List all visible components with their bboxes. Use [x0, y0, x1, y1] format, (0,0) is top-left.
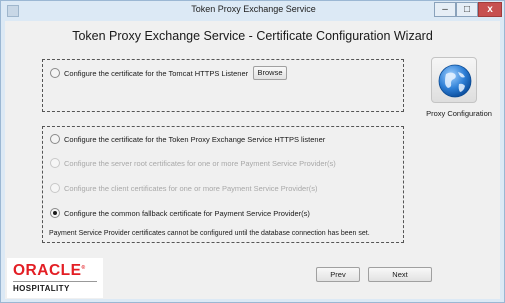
prev-button[interactable]: Prev	[316, 267, 360, 282]
wizard-panel: Token Proxy Exchange Service - Certifica…	[5, 21, 500, 299]
tomcat-radio[interactable]	[50, 68, 60, 78]
oracle-wordmark: ORACLE®	[13, 262, 86, 279]
app-window: Token Proxy Exchange Service – □ x Token…	[0, 0, 505, 303]
proxy-section: Configure the certificate for the Token …	[42, 126, 404, 243]
proxy-option-0-radio[interactable]	[50, 134, 60, 144]
oracle-hospitality-logo: ORACLE® HOSPITALITY	[7, 258, 103, 298]
wizard-title: Token Proxy Exchange Service - Certifica…	[72, 29, 433, 43]
proxy-option-0-label: Configure the certificate for the Token …	[64, 135, 326, 144]
proxy-configuration-button[interactable]: Proxy Configuration	[426, 57, 492, 127]
proxy-option-2-radio	[50, 183, 60, 193]
minimize-button[interactable]: –	[434, 2, 456, 17]
browse-button[interactable]: Browse	[253, 66, 287, 80]
proxy-option-3-radio[interactable]	[50, 208, 60, 218]
window-title: Token Proxy Exchange Service	[191, 4, 316, 14]
next-button[interactable]: Next	[368, 267, 432, 282]
tomcat-option-label: Configure the certificate for the Tomcat…	[64, 69, 249, 78]
close-button[interactable]: x	[478, 2, 502, 17]
tomcat-section: Configure the certificate for the Tomcat…	[42, 59, 404, 112]
proxy-config-label: Proxy Configuration	[426, 109, 492, 118]
globe-icon	[438, 64, 472, 98]
proxy-option-2-label: Configure the client certificates for on…	[64, 184, 318, 193]
maximize-button[interactable]: □	[456, 2, 478, 17]
proxy-option-3-label: Configure the common fallback certificat…	[64, 209, 310, 218]
proxy-config-tile[interactable]	[431, 57, 477, 103]
hospitality-wordmark: HOSPITALITY	[13, 284, 70, 293]
title-bar[interactable]: Token Proxy Exchange Service – □ x	[1, 1, 504, 21]
proxy-option-1-radio	[50, 158, 60, 168]
logo-divider	[13, 281, 97, 282]
proxy-option-1-label: Configure the server root certificates f…	[64, 159, 336, 168]
info-message: Payment Service Provider certificates ca…	[49, 230, 370, 237]
